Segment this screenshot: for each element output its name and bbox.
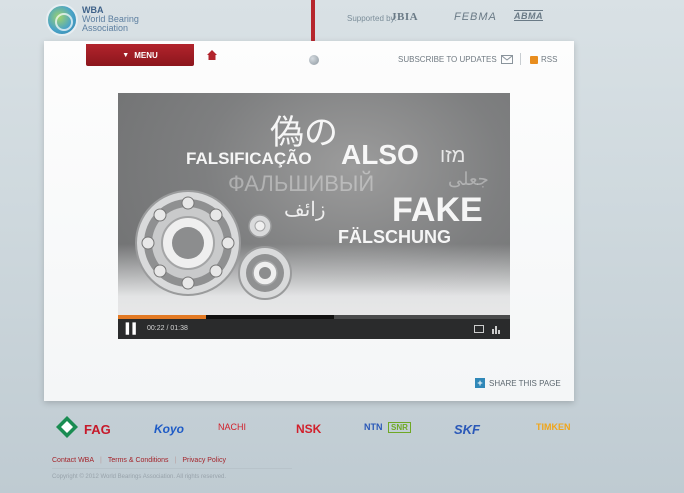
divider: | xyxy=(174,457,177,464)
sponsor-febma: FEBMA xyxy=(454,11,497,23)
video-text-hebrew: מזו xyxy=(440,145,466,167)
org-name-line2: Association xyxy=(82,23,129,33)
brand-koyo[interactable]: Koyo xyxy=(154,422,184,436)
brand-logos: FAG Koyo NACHI NSK NTN SNR SKF TIMKEN xyxy=(50,414,590,440)
pause-icon[interactable]: ▍▍ xyxy=(126,324,140,335)
supported-by-label: Supported by: xyxy=(347,14,397,23)
sponsor-abma: ABMA xyxy=(514,11,543,21)
menu-button[interactable]: ▼ MENU xyxy=(86,44,194,66)
home-icon[interactable] xyxy=(207,50,217,60)
rss-link[interactable]: RSS xyxy=(530,55,557,64)
brand-fag[interactable]: FAG xyxy=(84,422,111,437)
terms-link[interactable]: Terms & Conditions xyxy=(108,457,169,464)
ina-logo-icon xyxy=(56,416,78,438)
contact-link[interactable]: Contact WBA xyxy=(52,457,94,464)
sponsor-jbia: JBIA xyxy=(391,11,419,23)
chevron-down-icon: ▼ xyxy=(122,51,130,59)
video-text-italian: ALSO xyxy=(341,139,419,170)
footer-divider xyxy=(52,468,292,469)
menu-label: MENU xyxy=(134,50,158,60)
wba-logo[interactable] xyxy=(46,4,78,36)
brand-nachi[interactable]: NACHI xyxy=(218,422,246,432)
share-link[interactable]: + SHARE THIS PAGE xyxy=(475,378,561,388)
video-text-english: FAKE xyxy=(392,191,483,229)
rss-icon xyxy=(530,55,538,64)
brand-nsk[interactable]: NSK xyxy=(296,422,321,436)
plus-icon: + xyxy=(475,378,485,388)
brand-snr[interactable]: SNR xyxy=(388,422,411,433)
subscribe-link[interactable]: SUBSCRIBE TO UPDATES xyxy=(398,55,513,64)
bearings-image xyxy=(135,190,292,300)
subscribe-label: SUBSCRIBE TO UPDATES xyxy=(398,55,497,64)
volume-bars-icon[interactable] xyxy=(492,324,502,334)
org-name[interactable]: WBA World Bearing Association xyxy=(82,6,139,33)
privacy-link[interactable]: Privacy Policy xyxy=(182,457,226,464)
brand-skf[interactable]: SKF xyxy=(454,422,480,437)
video-player[interactable]: 偽の FALSIFICAÇÃO ALSO מזו ФАЛЬШИВЫЙ جعلی … xyxy=(118,93,510,339)
brand-ntn[interactable]: NTN xyxy=(364,422,383,432)
pin-icon xyxy=(309,55,319,65)
video-text-farsi: جعلی xyxy=(448,169,489,189)
mail-icon xyxy=(500,55,513,64)
divider xyxy=(520,53,521,65)
captions-icon[interactable] xyxy=(474,325,484,333)
share-label: SHARE THIS PAGE xyxy=(489,378,561,388)
hanging-string xyxy=(311,0,315,42)
divider: | xyxy=(100,457,102,464)
copyright-text: Copyright © 2012 World Bearings Associat… xyxy=(52,474,227,480)
footer-links: Contact WBA | Terms & Conditions | Priva… xyxy=(52,457,226,464)
time-display: 00:22 / 01:38 xyxy=(147,325,188,332)
video-text-japanese: 偽の xyxy=(270,114,338,152)
video-text-portuguese: FALSIFICAÇÃO xyxy=(186,149,312,168)
rss-label: RSS xyxy=(541,55,558,64)
brand-timken[interactable]: TIMKEN xyxy=(536,422,571,432)
